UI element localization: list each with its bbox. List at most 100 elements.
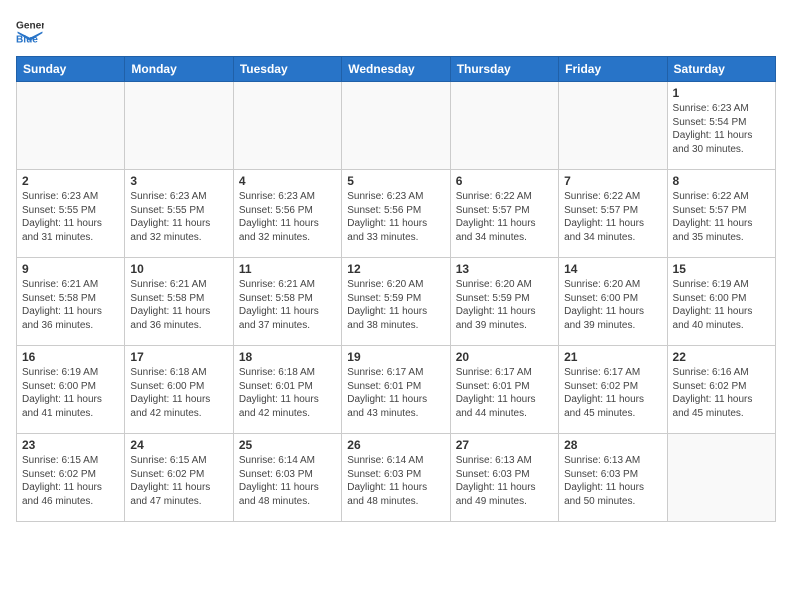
- calendar-cell: 2 Sunrise: 6:23 AM Sunset: 5:55 PM Daylig…: [17, 170, 125, 258]
- day-info: Sunrise: 6:17 AM Sunset: 6:01 PM Dayligh…: [347, 366, 444, 420]
- weekday-header: Friday: [559, 57, 667, 82]
- calendar-cell: [125, 82, 233, 170]
- day-number: 21: [564, 350, 661, 364]
- calendar-cell: 24 Sunrise: 6:15 AM Sunset: 6:02 PM Dayli…: [125, 434, 233, 522]
- calendar-cell: 15Sunrise: 6:19 AM Sunset: 6:00 PM Dayli…: [667, 258, 775, 346]
- calendar-cell: [559, 82, 667, 170]
- calendar-cell: 1 Sunrise: 6:23 AM Sunset: 5:54 PM Daylig…: [667, 82, 775, 170]
- calendar-week: 1 Sunrise: 6:23 AM Sunset: 5:54 PM Daylig…: [17, 82, 776, 170]
- day-number: 8: [673, 174, 770, 188]
- calendar-week: 2 Sunrise: 6:23 AM Sunset: 5:55 PM Daylig…: [17, 170, 776, 258]
- day-number: 11: [239, 262, 336, 276]
- svg-text:General: General: [16, 20, 44, 31]
- day-number: 5: [347, 174, 444, 188]
- day-info: Sunrise: 6:19 AM Sunset: 6:00 PM Dayligh…: [673, 278, 770, 332]
- calendar-cell: 17 Sunrise: 6:18 AM Sunset: 6:00 PM Dayli…: [125, 346, 233, 434]
- day-info: Sunrise: 6:15 AM Sunset: 6:02 PM Dayligh…: [130, 454, 227, 508]
- day-info: Sunrise: 6:16 AM Sunset: 6:02 PM Dayligh…: [673, 366, 770, 420]
- day-info: Sunrise: 6:13 AM Sunset: 6:03 PM Dayligh…: [456, 454, 553, 508]
- weekday-header: Sunday: [17, 57, 125, 82]
- calendar-cell: 18 Sunrise: 6:18 AM Sunset: 6:01 PM Dayli…: [233, 346, 341, 434]
- page-header: General Blue: [16, 16, 776, 44]
- calendar-cell: 21 Sunrise: 6:17 AM Sunset: 6:02 PM Dayli…: [559, 346, 667, 434]
- calendar-cell: 16 Sunrise: 6:19 AM Sunset: 6:00 PM Dayli…: [17, 346, 125, 434]
- day-number: 6: [456, 174, 553, 188]
- day-number: 3: [130, 174, 227, 188]
- calendar-cell: 27 Sunrise: 6:13 AM Sunset: 6:03 PM Dayli…: [450, 434, 558, 522]
- day-info: Sunrise: 6:23 AM Sunset: 5:55 PM Dayligh…: [130, 190, 227, 244]
- weekday-header: Saturday: [667, 57, 775, 82]
- day-number: 17: [130, 350, 227, 364]
- calendar-cell: 3 Sunrise: 6:23 AM Sunset: 5:55 PM Daylig…: [125, 170, 233, 258]
- calendar-cell: 11Sunrise: 6:21 AM Sunset: 5:58 PM Dayli…: [233, 258, 341, 346]
- day-info: Sunrise: 6:17 AM Sunset: 6:02 PM Dayligh…: [564, 366, 661, 420]
- svg-text:Blue: Blue: [16, 34, 38, 44]
- calendar-cell: [667, 434, 775, 522]
- calendar-week: 16 Sunrise: 6:19 AM Sunset: 6:00 PM Dayli…: [17, 346, 776, 434]
- day-info: Sunrise: 6:22 AM Sunset: 5:57 PM Dayligh…: [564, 190, 661, 244]
- calendar-cell: [233, 82, 341, 170]
- calendar-table: SundayMondayTuesdayWednesdayThursdayFrid…: [16, 56, 776, 522]
- day-number: 2: [22, 174, 119, 188]
- day-number: 25: [239, 438, 336, 452]
- logo-icon: General Blue: [16, 16, 44, 44]
- day-number: 18: [239, 350, 336, 364]
- day-info: Sunrise: 6:20 AM Sunset: 5:59 PM Dayligh…: [347, 278, 444, 332]
- calendar-cell: 9 Sunrise: 6:21 AM Sunset: 5:58 PM Daylig…: [17, 258, 125, 346]
- day-number: 7: [564, 174, 661, 188]
- day-number: 1: [673, 86, 770, 100]
- day-number: 22: [673, 350, 770, 364]
- day-info: Sunrise: 6:23 AM Sunset: 5:56 PM Dayligh…: [347, 190, 444, 244]
- day-info: Sunrise: 6:23 AM Sunset: 5:54 PM Dayligh…: [673, 102, 770, 156]
- day-info: Sunrise: 6:21 AM Sunset: 5:58 PM Dayligh…: [130, 278, 227, 332]
- day-info: Sunrise: 6:22 AM Sunset: 5:57 PM Dayligh…: [673, 190, 770, 244]
- weekday-header: Monday: [125, 57, 233, 82]
- day-number: 14: [564, 262, 661, 276]
- weekday-header: Tuesday: [233, 57, 341, 82]
- day-info: Sunrise: 6:23 AM Sunset: 5:56 PM Dayligh…: [239, 190, 336, 244]
- calendar-cell: 20 Sunrise: 6:17 AM Sunset: 6:01 PM Dayli…: [450, 346, 558, 434]
- calendar-cell: 10 Sunrise: 6:21 AM Sunset: 5:58 PM Dayli…: [125, 258, 233, 346]
- day-number: 4: [239, 174, 336, 188]
- day-info: Sunrise: 6:21 AM Sunset: 5:58 PM Dayligh…: [22, 278, 119, 332]
- day-number: 24: [130, 438, 227, 452]
- weekday-header: Wednesday: [342, 57, 450, 82]
- day-info: Sunrise: 6:18 AM Sunset: 6:00 PM Dayligh…: [130, 366, 227, 420]
- day-number: 20: [456, 350, 553, 364]
- day-number: 26: [347, 438, 444, 452]
- calendar-header: SundayMondayTuesdayWednesdayThursdayFrid…: [17, 57, 776, 82]
- calendar-cell: 25 Sunrise: 6:14 AM Sunset: 6:03 PM Dayli…: [233, 434, 341, 522]
- calendar-cell: 19 Sunrise: 6:17 AM Sunset: 6:01 PM Dayli…: [342, 346, 450, 434]
- day-number: 12: [347, 262, 444, 276]
- calendar-cell: [450, 82, 558, 170]
- day-info: Sunrise: 6:19 AM Sunset: 6:00 PM Dayligh…: [22, 366, 119, 420]
- calendar-cell: 14 Sunrise: 6:20 AM Sunset: 6:00 PM Dayli…: [559, 258, 667, 346]
- day-number: 16: [22, 350, 119, 364]
- calendar-cell: 7 Sunrise: 6:22 AM Sunset: 5:57 PM Daylig…: [559, 170, 667, 258]
- day-info: Sunrise: 6:18 AM Sunset: 6:01 PM Dayligh…: [239, 366, 336, 420]
- calendar-cell: 6Sunrise: 6:22 AM Sunset: 5:57 PM Daylig…: [450, 170, 558, 258]
- day-info: Sunrise: 6:17 AM Sunset: 6:01 PM Dayligh…: [456, 366, 553, 420]
- day-number: 9: [22, 262, 119, 276]
- logo: General Blue: [16, 16, 48, 44]
- day-number: 13: [456, 262, 553, 276]
- calendar-cell: 22 Sunrise: 6:16 AM Sunset: 6:02 PM Dayli…: [667, 346, 775, 434]
- day-number: 19: [347, 350, 444, 364]
- calendar-week: 23 Sunrise: 6:15 AM Sunset: 6:02 PM Dayli…: [17, 434, 776, 522]
- weekday-header: Thursday: [450, 57, 558, 82]
- day-number: 23: [22, 438, 119, 452]
- day-info: Sunrise: 6:14 AM Sunset: 6:03 PM Dayligh…: [347, 454, 444, 508]
- calendar-cell: [342, 82, 450, 170]
- day-number: 27: [456, 438, 553, 452]
- day-info: Sunrise: 6:23 AM Sunset: 5:55 PM Dayligh…: [22, 190, 119, 244]
- calendar-cell: 5 Sunrise: 6:23 AM Sunset: 5:56 PM Daylig…: [342, 170, 450, 258]
- day-info: Sunrise: 6:20 AM Sunset: 5:59 PM Dayligh…: [456, 278, 553, 332]
- calendar-cell: 23Sunrise: 6:15 AM Sunset: 6:02 PM Dayli…: [17, 434, 125, 522]
- day-info: Sunrise: 6:14 AM Sunset: 6:03 PM Dayligh…: [239, 454, 336, 508]
- calendar-week: 9 Sunrise: 6:21 AM Sunset: 5:58 PM Daylig…: [17, 258, 776, 346]
- calendar-cell: 12 Sunrise: 6:20 AM Sunset: 5:59 PM Dayli…: [342, 258, 450, 346]
- calendar-cell: [17, 82, 125, 170]
- calendar-cell: 28Sunrise: 6:13 AM Sunset: 6:03 PM Dayli…: [559, 434, 667, 522]
- day-number: 10: [130, 262, 227, 276]
- day-info: Sunrise: 6:20 AM Sunset: 6:00 PM Dayligh…: [564, 278, 661, 332]
